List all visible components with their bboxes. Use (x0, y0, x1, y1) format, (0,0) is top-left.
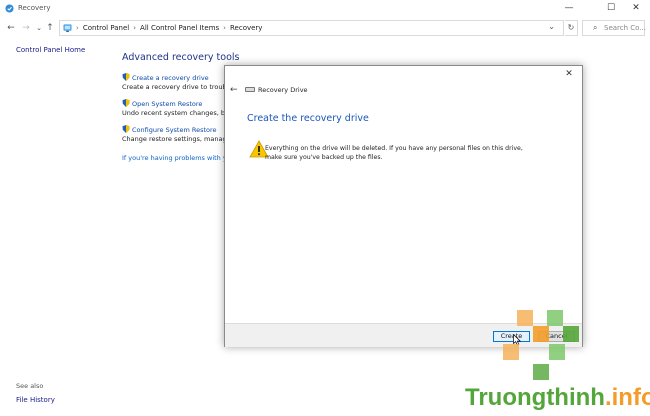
control-panel-window: Recovery — ☐ ✕ ← → ⌄ ↑ › Control Panel › Al… (0, 0, 650, 416)
page-heading: Advanced recovery tools (122, 52, 240, 63)
watermark-logo (503, 310, 579, 380)
address-dropdown-icon[interactable]: ⌄ (548, 22, 555, 31)
tool-create-recovery-drive: Create a recovery drive Create a recover… (122, 73, 232, 91)
admin-shield-icon (122, 73, 130, 81)
recovery-app-icon (5, 4, 14, 13)
breadcrumb: › Control Panel › All Control Panel Items › R… (76, 24, 262, 32)
configure-system-restore-description: Change restore settings, manage disk spa… (122, 135, 232, 143)
reset-pc-link[interactable]: If you're having problems with your PC, … (122, 154, 224, 162)
breadcrumb-separator: › (223, 24, 226, 32)
dialog-close-button[interactable]: ✕ (563, 68, 575, 80)
address-row: ← → ⌄ ↑ › Control Panel › All Control Panel… (0, 18, 650, 38)
main-content: Advanced recovery tools Create a recover… (122, 52, 240, 162)
open-system-restore-link[interactable]: Open System Restore (132, 100, 202, 108)
title-bar: Recovery — ☐ ✕ (0, 0, 650, 17)
refresh-button[interactable]: ↻ (565, 20, 578, 36)
control-panel-home-link[interactable]: Control Panel Home (16, 46, 116, 54)
back-button[interactable]: ← (6, 22, 16, 34)
drive-icon (245, 87, 255, 92)
maximize-button[interactable]: ☐ (597, 0, 625, 16)
recovery-drive-dialog: ✕ ← Recovery Drive Create the recovery d… (224, 65, 583, 347)
tool-configure-system-restore: Configure System Restore Change restore … (122, 125, 232, 143)
dialog-window-title: Recovery Drive (258, 86, 308, 94)
file-history-link[interactable]: File History (16, 396, 55, 404)
breadcrumb-separator: › (76, 24, 79, 32)
dialog-heading: Create the recovery drive (247, 113, 369, 124)
see-also-label: See also (16, 382, 44, 390)
breadcrumb-control-panel[interactable]: Control Panel (83, 24, 129, 32)
close-button[interactable]: ✕ (622, 0, 650, 16)
minimize-button[interactable]: — (555, 0, 583, 16)
up-button[interactable]: ↑ (45, 22, 55, 34)
watermark-name: Truongthinh (465, 384, 605, 411)
search-placeholder: Search Co... (604, 24, 646, 32)
breadcrumb-separator: › (133, 24, 137, 32)
search-box[interactable]: ⌕ Search Co... (582, 20, 646, 36)
dialog-back-button[interactable]: ← (230, 85, 238, 95)
breadcrumb-all-items[interactable]: All Control Panel Items (140, 24, 219, 32)
breadcrumb-recovery[interactable]: Recovery (230, 24, 262, 32)
tool-open-system-restore: Open System Restore Undo recent system c… (122, 99, 232, 117)
left-navigation: Control Panel Home (16, 46, 116, 54)
dialog-title-row: Recovery Drive (245, 86, 308, 94)
configure-system-restore-link[interactable]: Configure System Restore (132, 126, 217, 134)
create-recovery-drive-link[interactable]: Create a recovery drive (132, 74, 209, 82)
forward-button[interactable]: → (21, 22, 31, 34)
dialog-warning-message: Everything on the drive will be deleted.… (265, 145, 523, 161)
admin-shield-icon (122, 125, 130, 133)
watermark-domain: .info (604, 384, 650, 411)
window-title: Recovery (18, 4, 51, 12)
watermark-text: Truongthinh.info (465, 384, 650, 412)
create-recovery-drive-description: Create a recovery drive to troubleshoot … (122, 83, 232, 91)
search-icon: ⌕ (593, 23, 598, 32)
control-panel-icon (63, 24, 72, 33)
address-bar[interactable]: › Control Panel › All Control Panel Items › R… (59, 20, 564, 36)
admin-shield-icon (122, 99, 130, 107)
open-system-restore-description: Undo recent system changes, but leave fi… (122, 109, 232, 117)
recent-locations-button[interactable]: ⌄ (34, 22, 44, 34)
